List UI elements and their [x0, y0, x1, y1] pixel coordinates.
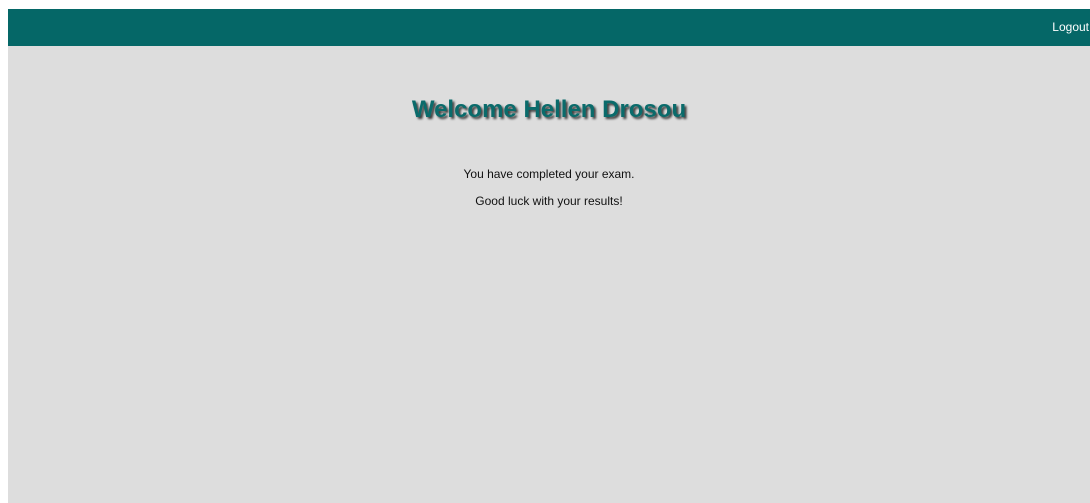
exam-completed-message: You have completed your exam.	[463, 167, 635, 181]
welcome-title: Welcome Hellen Drosou	[411, 96, 687, 123]
good-luck-message: Good luck with your results!	[475, 194, 623, 208]
main-content: Welcome Hellen Drosou You have completed…	[8, 46, 1090, 503]
top-navigation-bar: Logout	[8, 9, 1090, 46]
logout-link[interactable]: Logout	[1052, 9, 1090, 46]
app-container: Logout Welcome Hellen Drosou You have co…	[8, 9, 1090, 503]
